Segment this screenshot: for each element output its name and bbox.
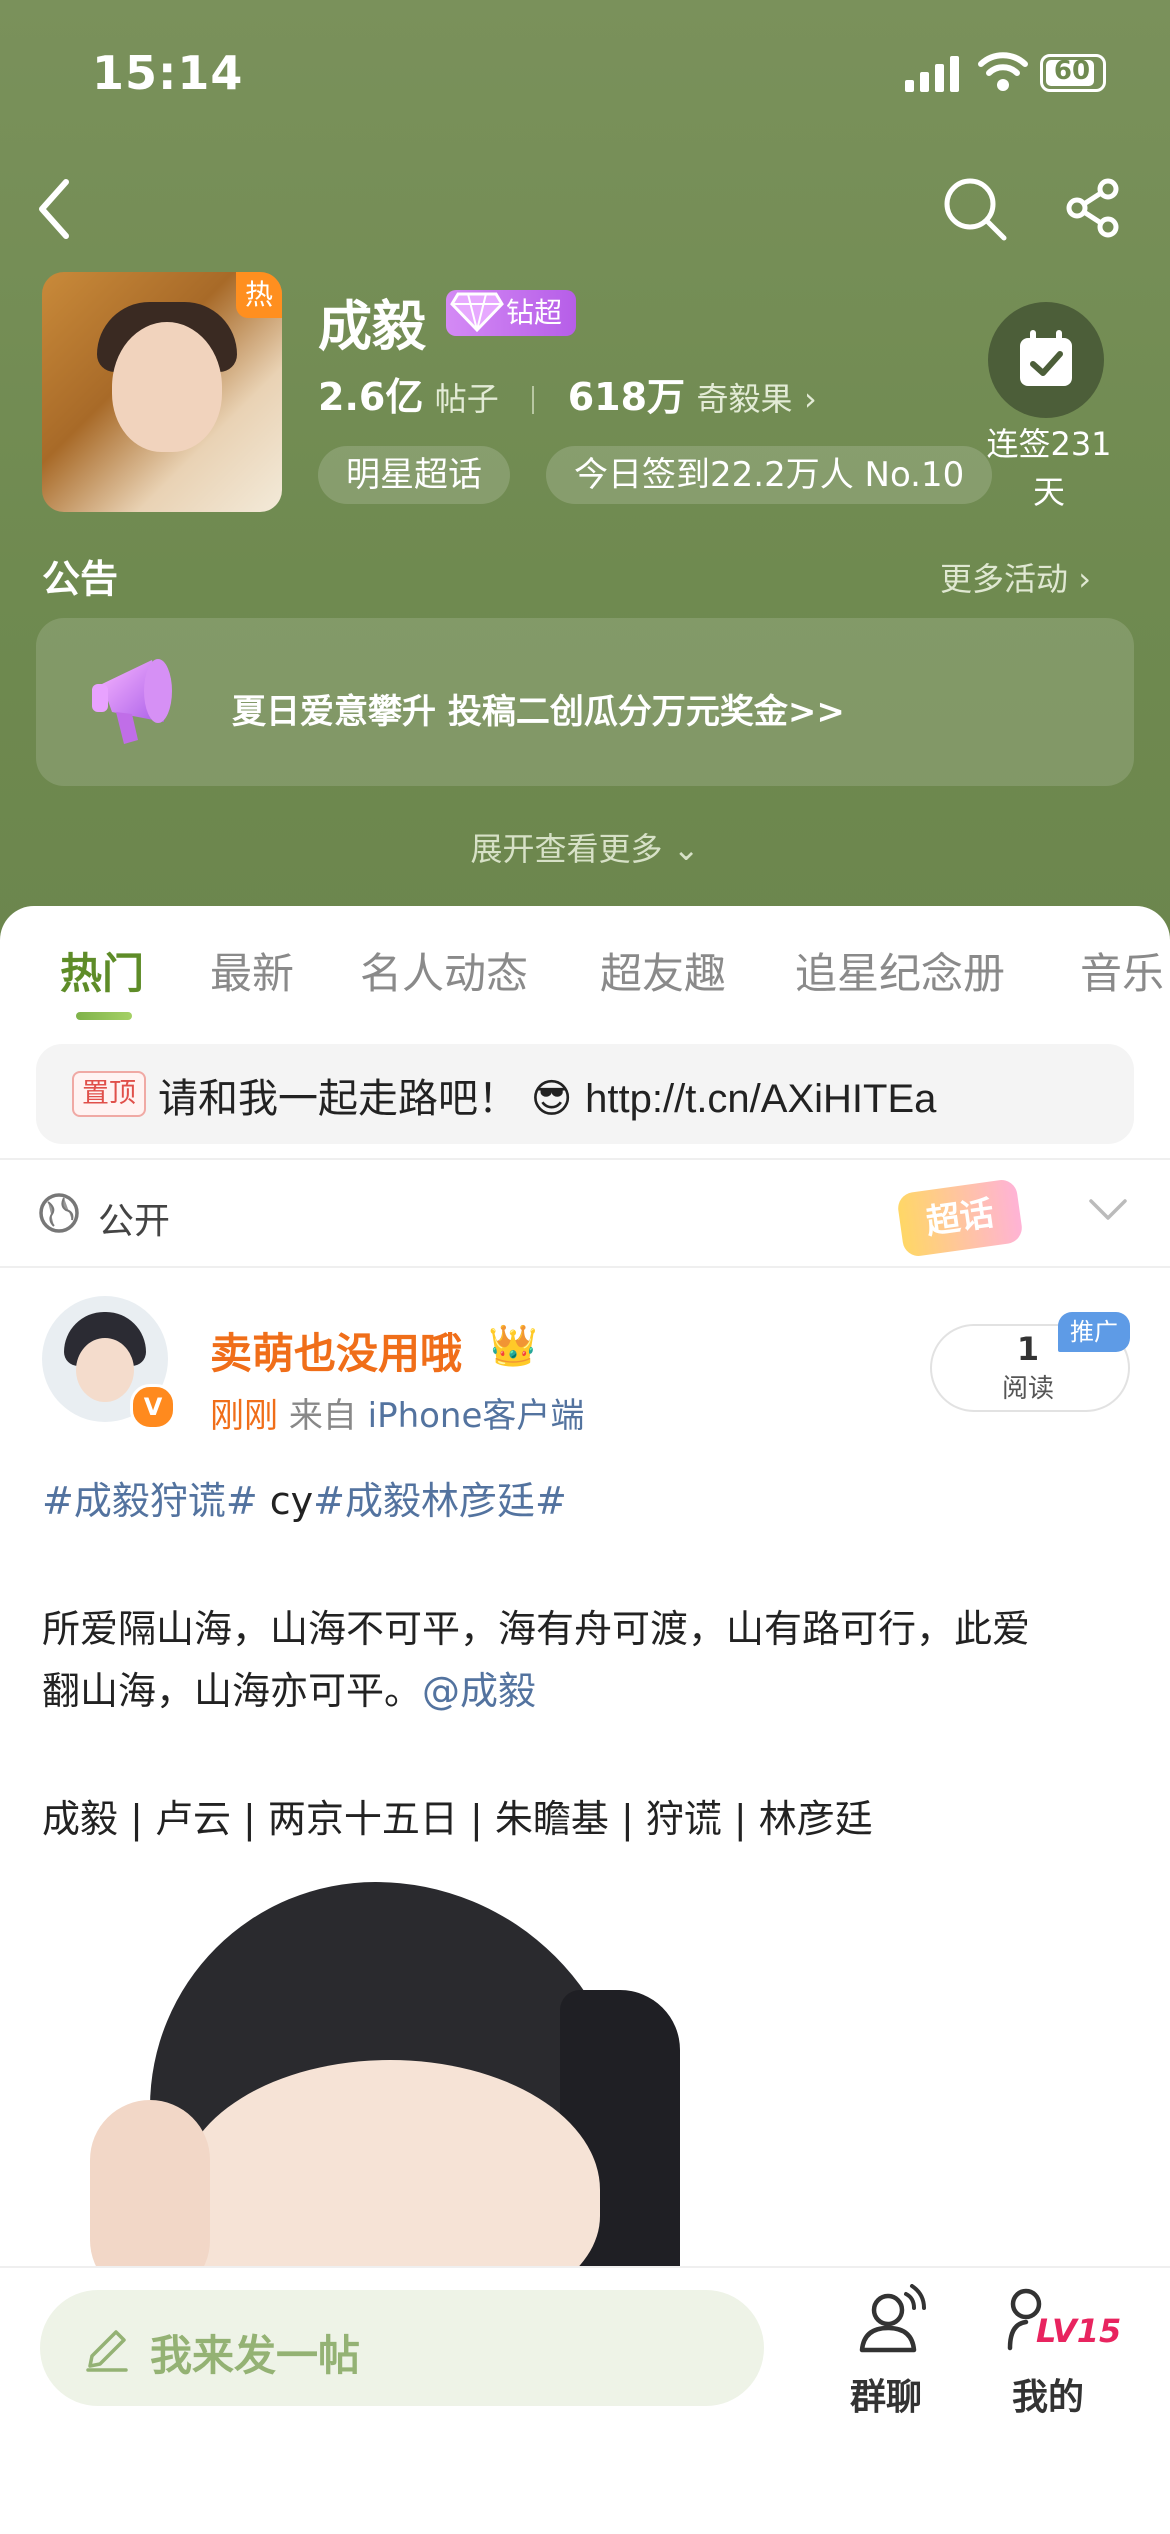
visibility-label[interactable]: 公开 (98, 1192, 170, 1244)
post-hashtags: #成毅狩谎# cy#成毅林彦廷# (42, 1470, 567, 1525)
expand-more-label[interactable]: 展开查看更多 (471, 830, 663, 868)
tab-hot[interactable]: 热门 (60, 940, 144, 1001)
more-activity-label[interactable]: 更多活动 (940, 560, 1068, 598)
posts-count: 2.6亿 (318, 375, 424, 419)
tab-latest[interactable]: 最新 (210, 940, 294, 1001)
group-chat-label[interactable]: 群聊 (826, 2368, 946, 2420)
group-chat-icon[interactable] (848, 2284, 928, 2358)
checkin-streak: 连签231 天 (970, 420, 1128, 516)
post-image[interactable] (90, 1870, 690, 2270)
battery-icon: 60 (1040, 54, 1106, 92)
mention-link[interactable]: @成毅 (422, 1669, 536, 1713)
post-text-cy: cy (257, 1479, 314, 1523)
tab-indicator (76, 1012, 132, 1020)
post-body-line: 翻山海，山海亦可平。 (42, 1669, 423, 1713)
hashtag-link[interactable]: #成毅狩谎# (42, 1479, 258, 1523)
tab-music[interactable]: 音乐 (1080, 940, 1164, 1001)
compose-button[interactable] (40, 2290, 764, 2406)
share-icon[interactable] (1064, 178, 1124, 238)
read-label: 阅读 (1001, 1374, 1054, 1404)
notice-text[interactable]: 夏日爱意攀升 投稿二创瓜分万元奖金>> (232, 684, 845, 733)
more-activity-link[interactable]: 更多活动 › (940, 554, 1091, 600)
sunglasses-emoji: 😎 (530, 1076, 573, 1122)
checkin-stats-pill[interactable]: 今日签到22.2万人 No.10 (546, 446, 993, 504)
pencil-icon (84, 2326, 130, 2372)
expand-more-link[interactable]: 展开查看更多 ⌄ (0, 824, 1170, 870)
post-body-line: 所爱隔山海，山海不可平，海有舟可渡，山有路可行，此爱 (42, 1607, 1031, 1651)
post-source-prefix: 来自 (288, 1396, 357, 1436)
checkin-button[interactable] (988, 302, 1104, 418)
wifi-icon (978, 50, 1028, 92)
post-body: 所爱隔山海，山海不可平，海有舟可渡，山有路可行，此爱 翻山海，山海亦可平。@成毅 (42, 1598, 1132, 1722)
tab-fan-fun[interactable]: 超友趣 (600, 940, 726, 1001)
posts-label: 帖子 (434, 380, 499, 418)
calendar-check-icon (1016, 328, 1076, 390)
checkin-streak-line2: 天 (1032, 473, 1065, 511)
post-credits: 成毅 | 卢云 | 两京十五日 | 朱瞻基 | 狩谎 | 林彦廷 (42, 1797, 873, 1841)
diamond-icon (450, 284, 504, 334)
fans-count[interactable]: 618万 (568, 375, 685, 419)
notice-title: 公告 (42, 557, 119, 601)
checkin-streak-line1: 连签231 (986, 425, 1112, 463)
fans-label[interactable]: 奇毅果 (696, 380, 792, 418)
globe-icon (38, 1192, 80, 1234)
chevron-down-icon: ⌄ (672, 830, 700, 868)
megaphone-icon (82, 640, 202, 760)
status-time: 15:14 (92, 46, 244, 100)
hot-badge: 热 (236, 272, 282, 318)
divider (0, 1158, 1170, 1160)
tab-memorial-album[interactable]: 追星纪念册 (795, 940, 1005, 1001)
tab-celebrity-news[interactable]: 名人动态 (360, 940, 528, 1001)
category-pill[interactable]: 明星超话 (318, 446, 510, 504)
pinned-link[interactable]: http://t.cn/AXiHITEa (585, 1077, 936, 1121)
mine-label[interactable]: 我的 (988, 2368, 1108, 2420)
verified-badge: V (130, 1384, 176, 1430)
crown-icon: 👑 (488, 1323, 538, 1369)
search-icon[interactable] (942, 176, 1008, 242)
divider (0, 1266, 1170, 1268)
battery-level: 60 (1053, 56, 1091, 86)
post-source: iPhone客户端 (367, 1396, 585, 1436)
pinned-text[interactable]: 请和我一起走路吧！ 😎 http://t.cn/AXiHITEa (158, 1066, 936, 1124)
compose-placeholder[interactable]: 我来发一帖 (150, 2322, 360, 2383)
topic-title: 成毅 (318, 295, 426, 358)
pinned-tag: 置顶 (72, 1071, 146, 1117)
promo-badge: 推广 (1058, 1312, 1130, 1352)
hashtag-link[interactable]: #成毅林彦廷# (313, 1479, 567, 1523)
chevron-down-icon[interactable] (1088, 1198, 1128, 1222)
diamond-badge: 钻超 (446, 290, 577, 336)
post-author-name[interactable]: 卖萌也没用哦 (210, 1320, 462, 1381)
post-meta: 刚刚 来自 iPhone客户端 (210, 1388, 584, 1437)
level-badge: LV15 (1036, 2312, 1122, 2350)
signal-icon (905, 56, 961, 92)
diamond-badge-label: 钻超 (506, 296, 563, 329)
back-icon[interactable] (34, 178, 74, 240)
pinned-title: 请和我一起走路吧！ (158, 1076, 518, 1122)
topic-stats: 2.6亿 帖子 618万 奇毅果 › (318, 366, 817, 421)
chevron-right-icon: › (1078, 560, 1091, 598)
chevron-right-icon[interactable]: › (804, 380, 817, 418)
post-time: 刚刚 (210, 1396, 278, 1436)
